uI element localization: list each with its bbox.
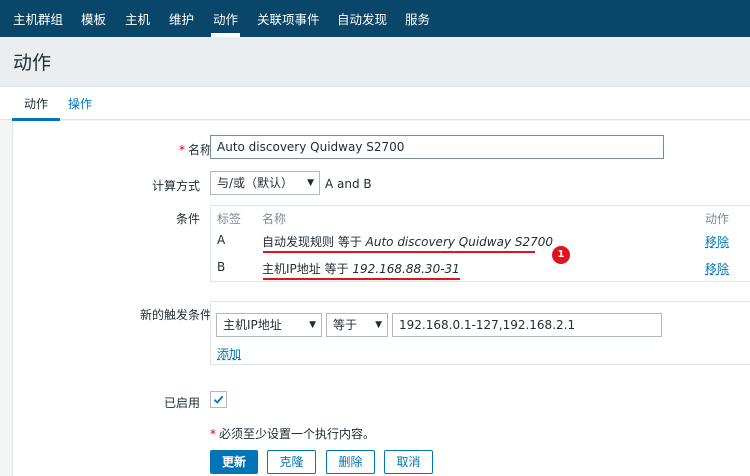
condition-b-name: 主机IP地址 等于 192.168.88.30-31: [262, 262, 460, 276]
new-condition-box: 主机IP地址 ▼ 等于 ▼ 192.168.0.1-127,192.168.2.…: [210, 301, 750, 365]
conditions-header-label: 标签: [217, 212, 242, 226]
condition-a-label: A: [217, 233, 226, 247]
nav-item-actions[interactable]: 动作: [210, 0, 241, 37]
condition-a-remove-link[interactable]: 移除: [705, 233, 729, 250]
annotation-underline-b: [263, 278, 460, 280]
conditions-header-action: 动作: [705, 212, 730, 226]
cancel-button[interactable]: 取消: [384, 450, 433, 474]
required-mark: *: [178, 143, 185, 157]
check-icon: [213, 395, 224, 404]
page-title: 动作: [13, 52, 52, 74]
action-form: * 名称 Auto discovery Quidway S2700 计算方式 与/…: [12, 121, 750, 476]
condition-a-name: 自动发现规则 等于 Auto discovery Quidway S2700: [262, 235, 554, 249]
nav-item-services[interactable]: 服务: [405, 0, 430, 37]
name-label: * 名称: [178, 143, 212, 157]
calculation-expression: A and B: [325, 177, 372, 191]
calculation-label: 计算方式: [151, 179, 200, 193]
conditions-table: 标签 名称 动作 A 自动发现规则 等于 Auto discovery Quid…: [210, 205, 750, 282]
top-nav: 主机群组 模板 主机 维护 动作 关联项事件 自动发现 服务: [0, 0, 750, 37]
chevron-down-icon: ▼: [307, 178, 314, 188]
new-condition-value-input[interactable]: 192.168.0.1-127,192.168.2.1: [392, 313, 662, 337]
annotation-underline-a: [263, 251, 535, 253]
name-input[interactable]: Auto discovery Quidway S2700: [210, 135, 664, 159]
enabled-label: 已启用: [163, 396, 200, 410]
nav-item-maintenance[interactable]: 维护: [169, 0, 194, 37]
delete-button[interactable]: 删除: [326, 450, 375, 474]
nav-item-hosts[interactable]: 主机: [125, 0, 150, 37]
new-condition-type-select[interactable]: 主机IP地址 ▼: [216, 313, 322, 337]
conditions-label: 条件: [175, 212, 200, 226]
nav-item-host-groups[interactable]: 主机群组: [13, 0, 63, 37]
update-button[interactable]: 更新: [210, 450, 258, 474]
chevron-down-icon: ▼: [375, 320, 382, 330]
tab-action[interactable]: 动作: [11, 87, 61, 121]
conditions-header-name: 名称: [262, 212, 287, 226]
new-condition-operator-select[interactable]: 等于 ▼: [326, 313, 388, 337]
add-condition-link[interactable]: 添加: [217, 345, 241, 362]
warning-text: * 必须至少设置一个执行内容。: [210, 427, 376, 441]
nav-item-discovery[interactable]: 自动发现: [337, 0, 387, 37]
chevron-down-icon: ▼: [309, 320, 316, 330]
calculation-select[interactable]: 与/或（默认） ▼: [210, 171, 320, 195]
annotation-badge: 1: [552, 246, 570, 264]
condition-b-remove-link[interactable]: 移除: [705, 260, 729, 277]
tab-operations[interactable]: 操作: [68, 87, 92, 120]
title-bar: 动作: [0, 37, 750, 87]
new-condition-label: 新的触发条件: [139, 308, 212, 322]
left-margin: [0, 121, 12, 476]
condition-b-label: B: [217, 260, 226, 274]
nav-item-event-correlation[interactable]: 关联项事件: [257, 0, 320, 37]
clone-button[interactable]: 克隆: [267, 450, 316, 474]
nav-item-templates[interactable]: 模板: [81, 0, 106, 37]
enabled-checkbox[interactable]: [210, 391, 227, 408]
tab-bar: 动作 操作: [0, 87, 750, 121]
